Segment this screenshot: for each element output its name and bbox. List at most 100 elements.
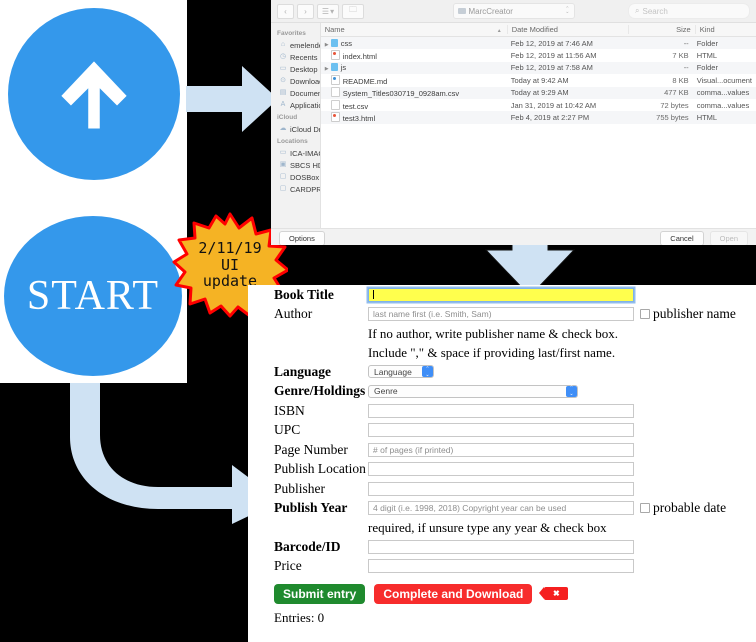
barcode-label: Barcode/ID: [274, 538, 341, 554]
probable-date-checkbox[interactable]: [640, 503, 650, 514]
field-row-publish-location: Publish Location: [248, 460, 756, 480]
sidebar-item-label: DOSBox 0.7...: [290, 172, 320, 182]
book-title-input[interactable]: [368, 287, 634, 302]
isbn-input[interactable]: [368, 403, 634, 418]
column-header-size[interactable]: Size: [627, 25, 695, 34]
finder-footer: Options Cancel Open: [271, 228, 756, 245]
file-date: Feb 12, 2019 at 7:58 AM: [510, 63, 593, 73]
view-mode-button[interactable]: ☰ ▾: [317, 3, 339, 19]
file-name: js: [340, 63, 347, 73]
desktop-icon: ▭: [279, 65, 287, 72]
file-name: css: [340, 38, 352, 48]
sidebar-item-label: emelendez: [290, 40, 320, 50]
back-button[interactable]: ‹: [277, 3, 294, 19]
publish-location-input[interactable]: [368, 462, 634, 477]
sidebar-section-favorites-title: Favorites: [277, 30, 306, 37]
price-input[interactable]: [368, 559, 634, 574]
table-row[interactable]: ▶ js Feb 12, 2019 at 7:58 AM -- Folder: [320, 61, 756, 75]
page-number-placeholder: # of pages (if printed): [373, 444, 454, 455]
publisher-name-checkbox[interactable]: [640, 309, 650, 320]
file-kind: comma...values: [696, 88, 750, 98]
table-row[interactable]: test.csv Jan 31, 2019 at 10:42 AM 72 byt…: [321, 99, 756, 111]
sort-ascending-icon: ▲: [496, 28, 502, 34]
language-select[interactable]: Language ⌃ ⌄: [368, 365, 434, 379]
disclosure-triangle-icon[interactable]: ▶: [325, 42, 331, 48]
field-row-page-number: Page Number # of pages (if printed): [248, 440, 756, 460]
options-button[interactable]: Options: [279, 230, 325, 245]
file-size: 72 bytes: [660, 100, 689, 110]
badge-line-1: 2/11/19: [198, 238, 262, 257]
file-kind: HTML: [696, 113, 718, 123]
sidebar-item-downloads[interactable]: ⊙ Downloads: [271, 75, 320, 87]
sidebar-item-recents[interactable]: ◷ Recents: [271, 51, 320, 63]
chevron-down-icon: ▾: [330, 6, 335, 16]
path-dropdown[interactable]: MarcCreator ⌃ ⌄: [452, 3, 575, 19]
html-file-icon: [330, 112, 340, 123]
author-note-1: If no author, write publisher name & che…: [368, 325, 619, 341]
file-name: index.html: [342, 52, 377, 62]
file-size: 8 KB: [672, 75, 689, 85]
new-folder-icon: 🗀: [349, 5, 357, 14]
table-row[interactable]: ▶ css Feb 12, 2019 at 7:46 AM -- Folder: [320, 37, 756, 50]
sidebar-item-emelendez[interactable]: ⌂ emelendez: [271, 39, 320, 51]
marc-creator-form: Book Title Author last name first (i.e. …: [248, 285, 756, 642]
sidebar-item-documents[interactable]: ▤ Documents: [271, 87, 320, 99]
author-note-2: Include "," & space if providing last/fi…: [368, 344, 616, 360]
folder-icon: [330, 38, 338, 47]
delete-entry-icon[interactable]: ✖: [539, 587, 569, 600]
start-label: START: [26, 273, 160, 319]
column-header-kind[interactable]: Kind: [694, 25, 756, 34]
page-number-input[interactable]: # of pages (if printed): [368, 442, 634, 457]
author-label: Author: [274, 306, 313, 322]
file-name: README.md: [342, 76, 388, 86]
close-icon: ✖: [553, 589, 560, 598]
publish-year-placeholder: 4 digit (i.e. 1998, 2018) Copyright year…: [373, 503, 567, 514]
sidebar-item-icloud-drive[interactable]: ☁ iCloud Drive: [271, 123, 320, 135]
sidebar-item-ica-imac-11[interactable]: ▭ ICA-IMAC-11: [271, 147, 320, 159]
search-placeholder: Search: [642, 6, 668, 16]
sidebar-item-dosbox[interactable]: ▢ DOSBox 0.7... ⏏: [271, 171, 320, 183]
documents-icon: ▤: [279, 89, 287, 96]
list-view-icon: ☰: [321, 6, 330, 16]
probable-date-checkbox-group[interactable]: probable date: [640, 500, 726, 516]
table-row[interactable]: test3.html Feb 4, 2019 at 2:27 PM 755 by…: [320, 111, 756, 124]
flowchart-canvas: START 2/11/19 UI update ‹ › ☰ ▾ 🗀 MarcCr…: [0, 0, 756, 642]
page-number-label: Page Number: [274, 441, 348, 457]
publisher-input[interactable]: [368, 481, 634, 496]
chevron-updown-icon: ⌃ ⌄: [566, 385, 577, 397]
search-field[interactable]: ⌕ Search: [628, 3, 750, 19]
sidebar-item-applications[interactable]: A Applications: [271, 99, 320, 111]
chevron-left-icon: ‹: [284, 6, 287, 16]
sidebar-item-sbcs-hd[interactable]: ▣ SBCS HD: [271, 159, 320, 171]
probable-date-label: probable date: [653, 500, 727, 516]
publish-year-input[interactable]: 4 digit (i.e. 1998, 2018) Copyright year…: [368, 501, 634, 516]
disclosure-triangle-icon[interactable]: ▶: [325, 66, 331, 72]
forward-button[interactable]: ›: [297, 3, 314, 19]
complete-and-download-button[interactable]: Complete and Download: [374, 583, 533, 604]
author-input[interactable]: last name first (i.e. Smith, Sam): [368, 307, 634, 322]
genre-select[interactable]: Genre ⌃ ⌄: [368, 384, 578, 398]
table-row[interactable]: index.html Feb 12, 2019 at 11:56 AM 7 KB…: [321, 49, 756, 61]
cancel-button[interactable]: Cancel: [660, 230, 704, 245]
file-date: Today at 9:29 AM: [510, 88, 569, 98]
sidebar-item-cardpres[interactable]: ▢ CARDPRES ⏏: [271, 183, 320, 195]
field-row-price: Price: [248, 557, 756, 577]
publisher-label: Publisher: [274, 480, 326, 496]
upc-input[interactable]: [368, 423, 634, 438]
sidebar-item-desktop[interactable]: ▭ Desktop: [271, 63, 320, 75]
barcode-input[interactable]: [368, 539, 634, 554]
html-file-icon: [330, 50, 340, 61]
open-button[interactable]: Open: [709, 230, 748, 245]
column-header-name[interactable]: Name ▲: [321, 25, 507, 34]
book-title-label: Book Title: [274, 286, 334, 302]
column-header-date-modified[interactable]: Date Modified: [506, 25, 628, 34]
publisher-name-checkbox-group[interactable]: publisher name: [640, 306, 736, 322]
folder-icon: [330, 63, 338, 72]
finder-open-dialog: ‹ › ☰ ▾ 🗀 MarcCreator ⌃ ⌄ ⌕ Search Favor…: [271, 0, 756, 245]
table-row[interactable]: System_Titles030719_0928am.csv Today at …: [320, 86, 756, 99]
form-actions: Submit entry Complete and Download ✖: [248, 583, 756, 604]
table-row[interactable]: README.md Today at 9:42 AM 8 KB Visual..…: [321, 74, 756, 86]
home-icon: ⌂: [280, 41, 286, 48]
new-folder-button[interactable]: 🗀: [342, 3, 364, 19]
submit-entry-button[interactable]: Submit entry: [274, 583, 366, 604]
